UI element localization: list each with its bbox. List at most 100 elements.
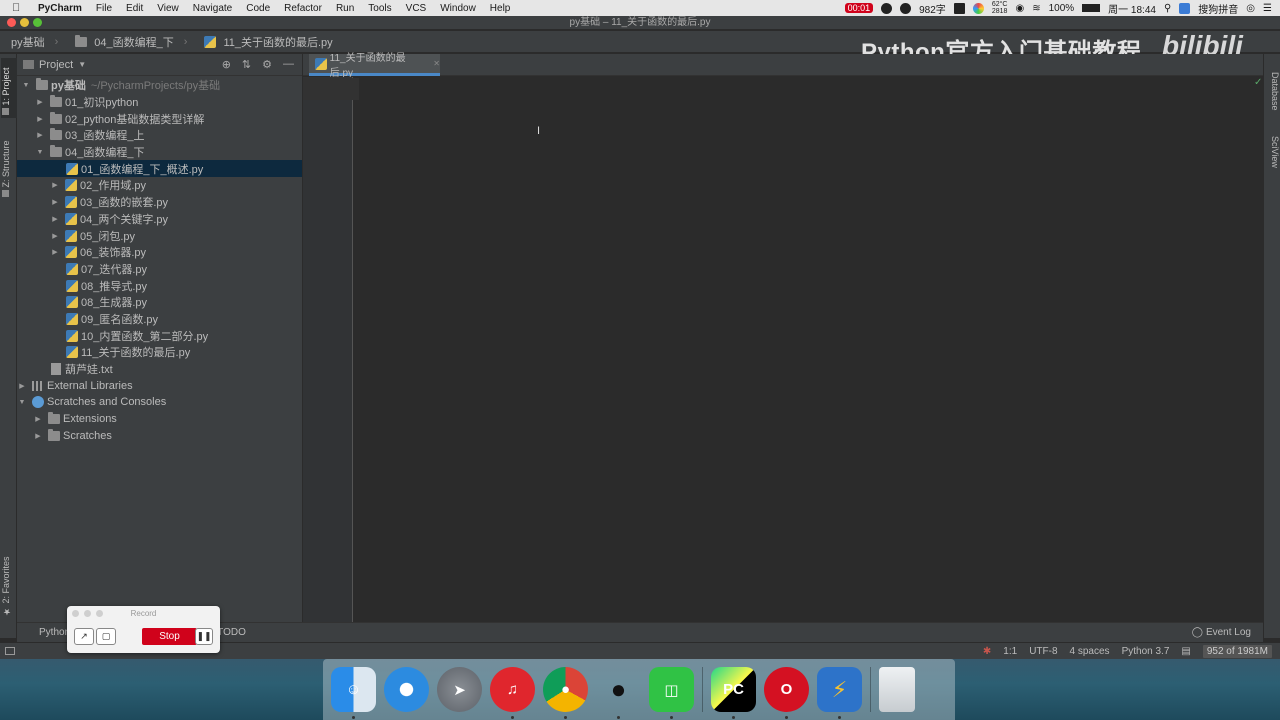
menu-code[interactable]: Code bbox=[239, 3, 277, 14]
pen-icon[interactable]: ↗ bbox=[74, 628, 94, 645]
record-timer[interactable]: 00:01 bbox=[844, 3, 874, 13]
chevron-down-icon[interactable]: ▼ bbox=[21, 82, 31, 89]
tree-folder[interactable]: ▶ 02_python基础数据类型详解 bbox=[17, 110, 302, 127]
tree-file[interactable]: 08_生成器.py bbox=[17, 294, 302, 311]
tree-file[interactable]: 11_关于函数的最后.py bbox=[17, 344, 302, 361]
tree-file[interactable]: 09_匿名函数.py bbox=[17, 311, 302, 328]
tab-database[interactable]: Database bbox=[1266, 72, 1280, 111]
chevron-right-icon[interactable]: ▶ bbox=[50, 215, 60, 223]
wechat-tray-icon[interactable] bbox=[900, 2, 912, 14]
collapse-all-icon[interactable]: ⇅ bbox=[242, 58, 251, 71]
chevron-down-icon[interactable]: ▼ bbox=[17, 399, 27, 406]
locate-icon[interactable]: ⊕ bbox=[222, 58, 231, 71]
gear-icon[interactable]: ⚙ bbox=[262, 58, 272, 71]
menu-vcs[interactable]: VCS bbox=[399, 3, 434, 14]
breadcrumb-project[interactable]: py基础 › bbox=[0, 34, 64, 50]
color-wheel-icon[interactable] bbox=[972, 2, 984, 14]
menu-view[interactable]: View bbox=[150, 3, 186, 14]
trash-icon[interactable] bbox=[879, 667, 915, 712]
menu-help[interactable]: Help bbox=[483, 3, 518, 14]
chevron-right-icon[interactable]: ▶ bbox=[35, 115, 45, 123]
screen-icon[interactable]: ▢ bbox=[96, 628, 116, 645]
caret-position[interactable]: 1:1 bbox=[1003, 646, 1017, 657]
menu-edit[interactable]: Edit bbox=[119, 3, 150, 14]
close-window-icon[interactable] bbox=[7, 18, 16, 27]
chevron-right-icon[interactable]: ▶ bbox=[50, 248, 60, 256]
pause-icon[interactable]: ❚❚ bbox=[195, 628, 213, 645]
python-interpreter[interactable]: Python 3.7 bbox=[1122, 646, 1170, 657]
menu-refactor[interactable]: Refactor bbox=[277, 3, 329, 14]
code-editor[interactable]: I bbox=[303, 77, 1263, 622]
tree-file[interactable]: 08_推导式.py bbox=[17, 277, 302, 294]
chevron-right-icon[interactable]: ▶ bbox=[50, 232, 60, 240]
chevron-right-icon[interactable]: ▶ bbox=[50, 198, 60, 206]
tree-folder[interactable]: ▶ Extensions bbox=[17, 411, 302, 428]
tree-folder[interactable]: ▶ 03_函数编程_上 bbox=[17, 127, 302, 144]
launchpad-icon[interactable]: ➤ bbox=[437, 667, 482, 712]
tree-file[interactable]: ▶ 05_闭包.py bbox=[17, 227, 302, 244]
toggle-tool-windows-icon[interactable] bbox=[5, 647, 15, 655]
tree-file[interactable]: ▶ 06_装饰器.py bbox=[17, 244, 302, 261]
sogou-icon[interactable] bbox=[1179, 2, 1191, 14]
file-encoding[interactable]: UTF-8 bbox=[1029, 646, 1057, 657]
tree-file[interactable]: ▶ 02_作用域.py bbox=[17, 177, 302, 194]
finder-icon[interactable]: ☺ bbox=[331, 667, 376, 719]
event-log-button[interactable]: ◯ Event Log bbox=[1192, 627, 1263, 638]
battery-icon[interactable] bbox=[1082, 4, 1101, 12]
tree-folder[interactable]: ▶ 01_初识python bbox=[17, 94, 302, 111]
zoom-window-icon[interactable] bbox=[33, 18, 42, 27]
project-view-label[interactable]: Project bbox=[39, 59, 73, 71]
menu-tools[interactable]: Tools bbox=[361, 3, 398, 14]
indent-setting[interactable]: 4 spaces bbox=[1070, 646, 1110, 657]
stop-button[interactable]: Stop bbox=[142, 628, 197, 645]
memory-indicator[interactable]: 952 of 1981M bbox=[1202, 644, 1272, 658]
tree-file[interactable]: ▶ 04_两个关键字.py bbox=[17, 211, 302, 228]
tree-folder[interactable]: ▼ 04_函数编程_下 bbox=[17, 144, 302, 161]
chevron-right-icon[interactable]: ▶ bbox=[35, 131, 45, 139]
menu-app-pycharm[interactable]: PyCharm bbox=[34, 3, 89, 14]
grid-icon[interactable] bbox=[953, 2, 965, 14]
chevron-right-icon[interactable]: ▶ bbox=[50, 181, 60, 189]
chevron-right-icon[interactable]: ▶ bbox=[17, 382, 27, 390]
menu-file[interactable]: File bbox=[89, 3, 119, 14]
notification-center-icon[interactable]: ☰ bbox=[1263, 3, 1272, 14]
hide-icon[interactable]: — bbox=[283, 58, 294, 71]
word-count[interactable]: 982字 bbox=[919, 1, 946, 16]
reeder-icon[interactable]: ⚡ bbox=[817, 667, 862, 719]
tab-project[interactable]: 1: Project bbox=[1, 58, 17, 118]
qq-icon[interactable]: ● bbox=[596, 667, 641, 719]
chevron-down-icon[interactable]: ▼ bbox=[78, 60, 86, 69]
temperature-readout[interactable]: 62°C 2818 bbox=[992, 1, 1008, 15]
chevron-down-icon[interactable]: ▼ bbox=[35, 149, 45, 156]
tab-favorites[interactable]: ★ 2: Favorites bbox=[1, 548, 17, 616]
tree-file[interactable]: 10_内置函数_第二部分.py bbox=[17, 327, 302, 344]
safari-icon[interactable]: ➚ bbox=[384, 667, 429, 712]
close-tab-icon[interactable]: ✕ bbox=[433, 59, 440, 68]
tree-root[interactable]: ▼ py基础 ~/PycharmProjects/py基础 bbox=[17, 77, 302, 94]
tab-sciview[interactable]: SciView bbox=[1266, 136, 1280, 168]
warning-icon[interactable]: ✱ bbox=[983, 646, 991, 657]
menu-navigate[interactable]: Navigate bbox=[186, 3, 239, 14]
chrome-icon[interactable]: ● bbox=[543, 667, 588, 719]
editor-tab-active[interactable]: 11_关于函数的最后.py ✕ bbox=[309, 53, 440, 79]
minimize-window-icon[interactable] bbox=[20, 18, 29, 27]
opera-icon[interactable]: O bbox=[764, 667, 809, 719]
tree-external-libraries[interactable]: ▶ External Libraries bbox=[17, 377, 302, 394]
inspection-ok-icon[interactable]: ✓ bbox=[1254, 77, 1262, 88]
menu-window[interactable]: Window bbox=[433, 3, 483, 14]
netease-music-icon[interactable]: ♫ bbox=[490, 667, 535, 719]
siri-icon[interactable]: ◎ bbox=[1246, 3, 1255, 14]
menu-run[interactable]: Run bbox=[329, 3, 361, 14]
input-method[interactable]: 搜狗拼音 bbox=[1198, 1, 1238, 16]
lock-icon[interactable]: ▤ bbox=[1181, 646, 1190, 657]
headphones-icon[interactable]: ◉ bbox=[1015, 3, 1024, 14]
editor-gutter[interactable] bbox=[303, 77, 353, 622]
battery-percent[interactable]: 100% bbox=[1049, 3, 1075, 14]
chevron-right-icon[interactable]: ▶ bbox=[33, 415, 43, 423]
lightning-icon[interactable] bbox=[881, 2, 893, 14]
tree-scratches-consoles[interactable]: ▼ Scratches and Consoles bbox=[17, 394, 302, 411]
pycharm-icon[interactable]: PC bbox=[711, 667, 756, 719]
tree-folder[interactable]: ▶ Scratches bbox=[17, 427, 302, 444]
tree-file[interactable]: 07_迭代器.py bbox=[17, 261, 302, 278]
apple-menu-icon[interactable]:  bbox=[12, 2, 26, 14]
